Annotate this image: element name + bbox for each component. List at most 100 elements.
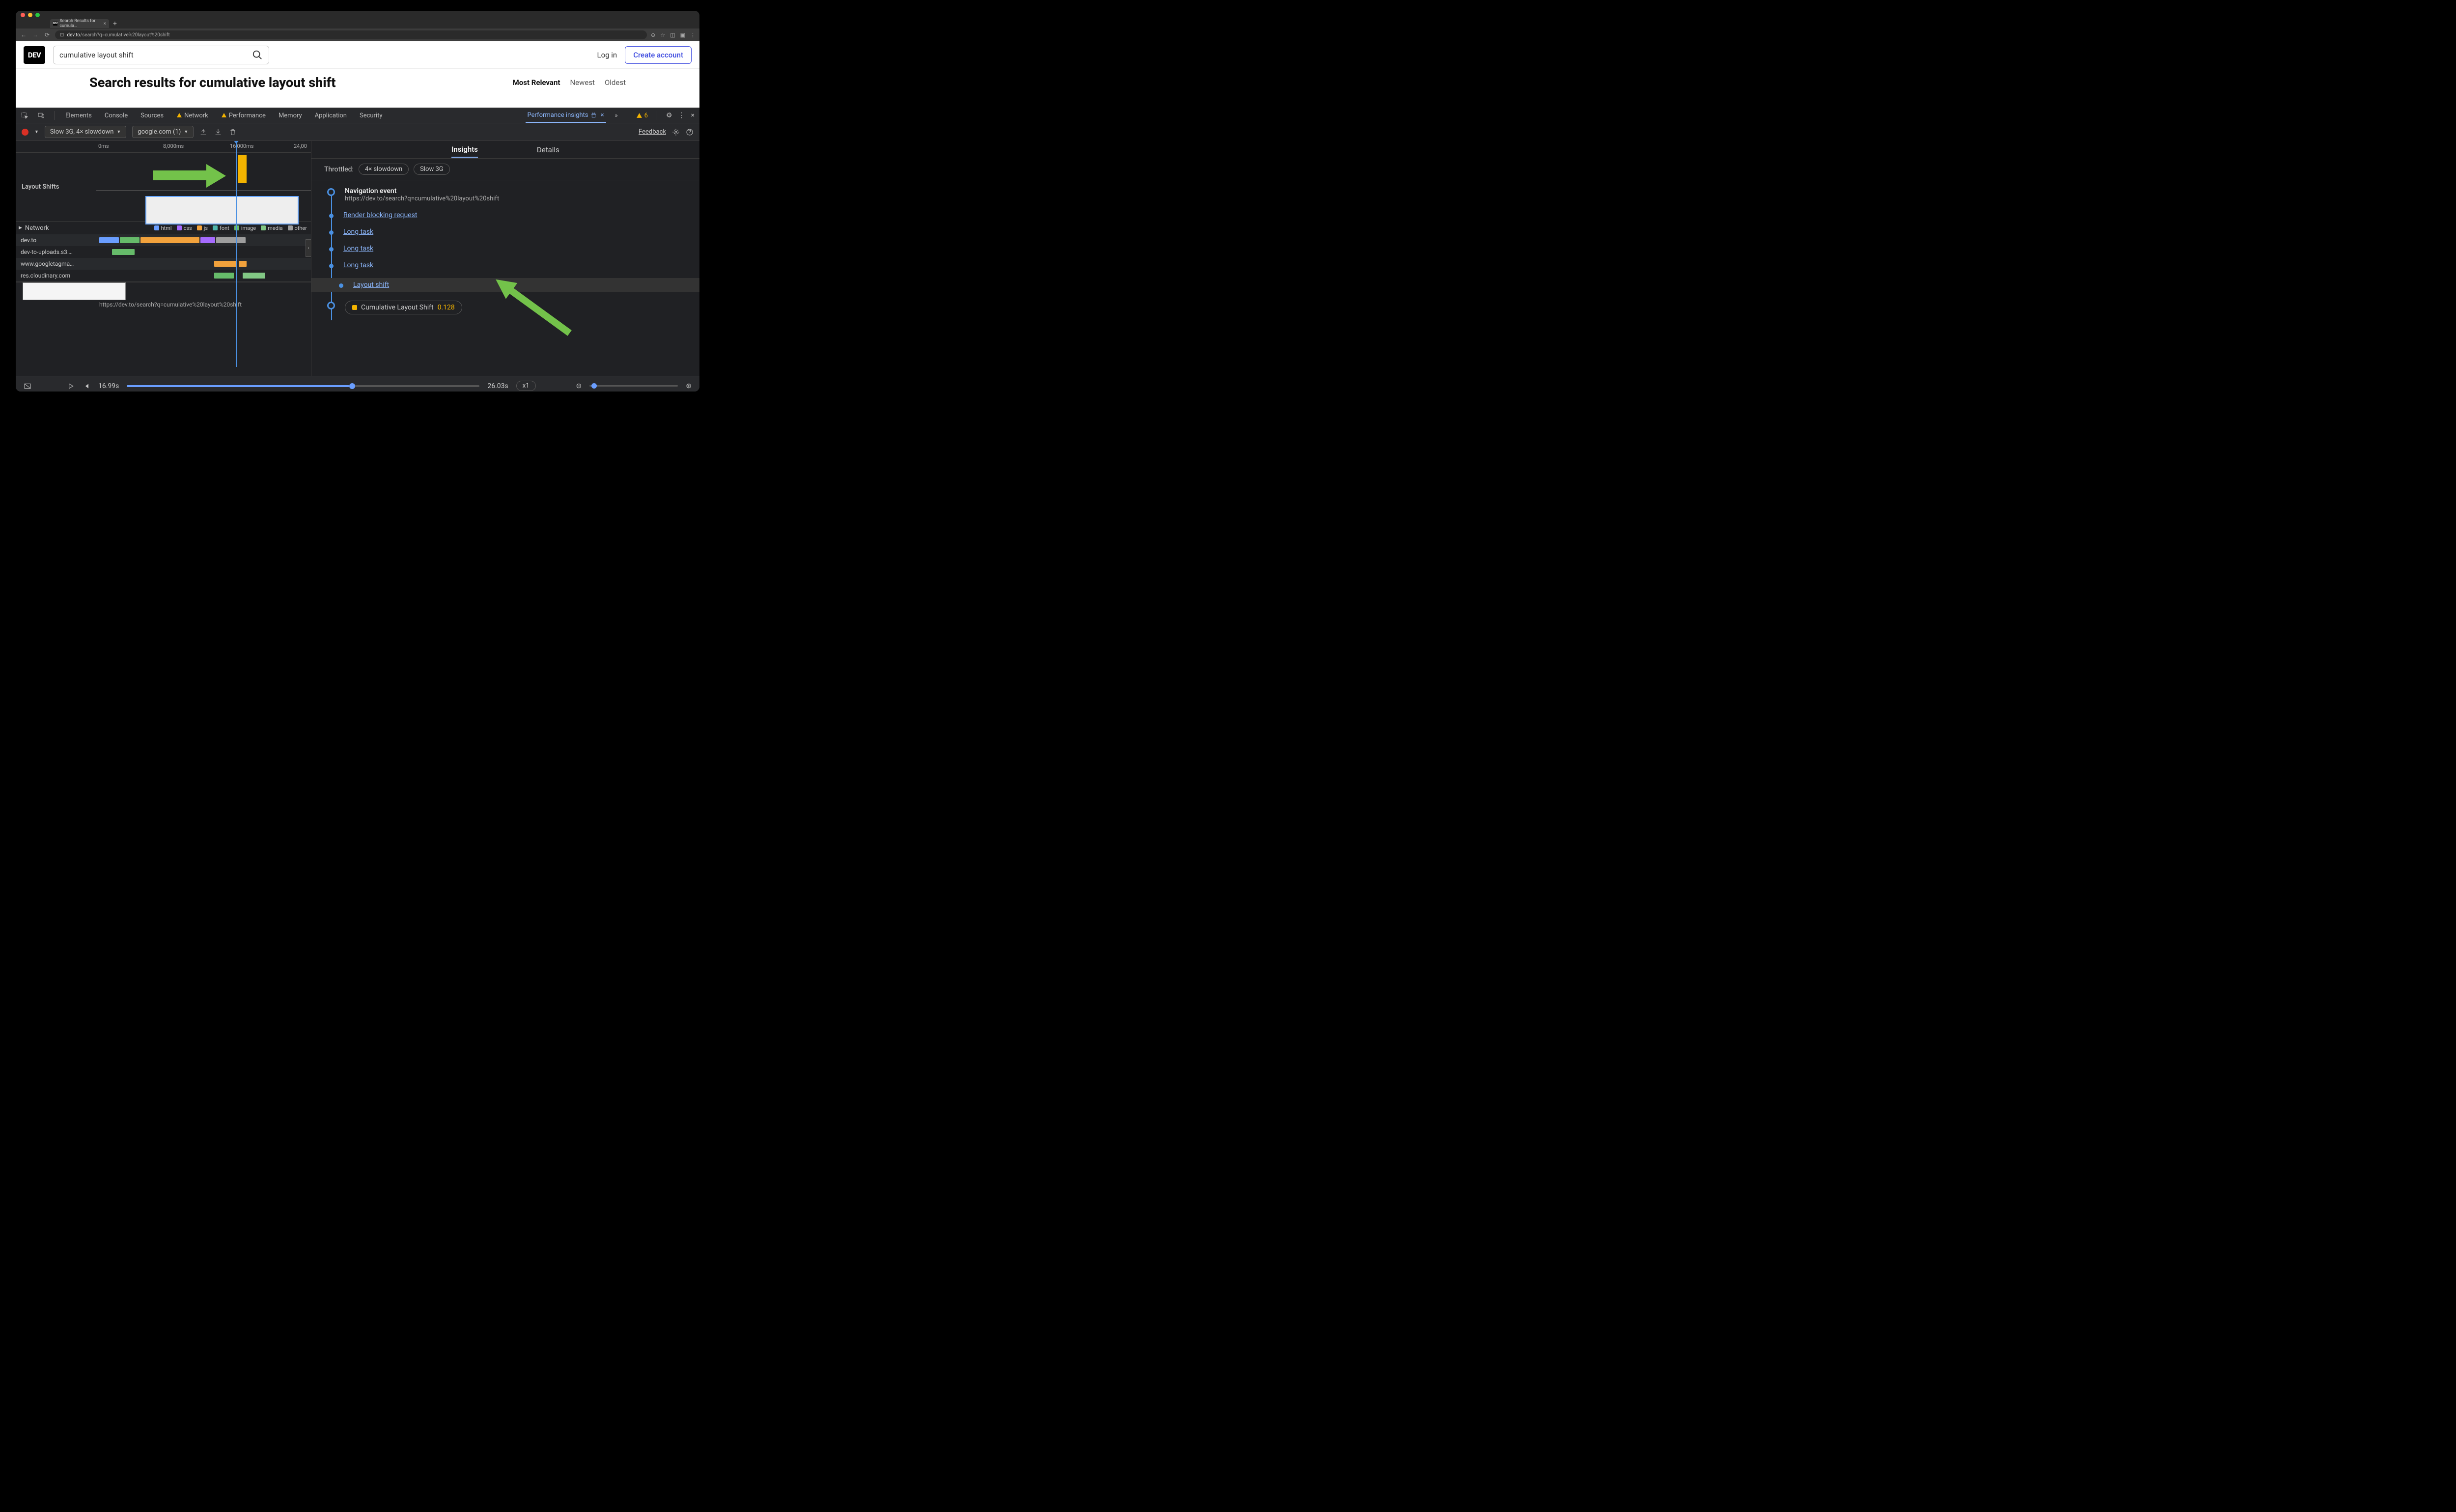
tab-strip: DEV Search Results for cumula… × + <box>16 19 699 28</box>
export-icon[interactable] <box>199 128 207 136</box>
settings-icon[interactable]: ⚙ <box>666 112 672 119</box>
browser-window: DEV Search Results for cumula… × + ← → ⟳… <box>16 11 699 392</box>
site-search-input[interactable]: cumulative layout shift <box>53 46 269 64</box>
search-value: cumulative layout shift <box>59 51 134 59</box>
insight-render-block[interactable]: Render blocking request <box>321 211 690 219</box>
window-maximize-button[interactable] <box>35 13 40 17</box>
zoom-out-icon[interactable]: ⊖ <box>576 382 582 390</box>
tab-details[interactable]: Details <box>537 142 559 157</box>
site-header: DEV cumulative layout shift Log in Creat… <box>16 41 699 69</box>
tab-favicon: DEV <box>53 22 57 26</box>
url-toolbar: ← → ⟳ ⊡ dev.to/search?q=cumulative%20lay… <box>16 28 699 41</box>
time-current: 16.99s <box>98 382 119 390</box>
network-row[interactable]: www.googletagma… <box>16 258 311 270</box>
speed-chip[interactable]: x1 <box>516 381 536 391</box>
network-row[interactable]: res.cloudinary.com <box>16 270 311 281</box>
new-tab-button[interactable]: + <box>113 20 117 28</box>
layout-shifts-track[interactable] <box>96 153 311 221</box>
zoom-icon[interactable]: ⊖ <box>651 32 655 38</box>
sort-oldest[interactable]: Oldest <box>605 78 626 87</box>
profile-icon[interactable]: ▣ <box>680 32 685 38</box>
playback-footer: 16.99s 26.03s x1 ⊖ ⊕ <box>16 376 699 392</box>
tab-insights[interactable]: Insights <box>451 142 478 158</box>
url-domain: dev.to <box>67 32 80 38</box>
window-close-button[interactable] <box>21 13 25 17</box>
forward-button[interactable]: → <box>31 31 39 39</box>
renderer-section: https://dev.to/search?q=cumulative%20lay… <box>16 282 311 311</box>
site-info-icon[interactable]: ⊡ <box>60 32 64 38</box>
tab-network[interactable]: Network <box>174 109 210 122</box>
window-titlebar <box>16 11 699 19</box>
warnings-badge[interactable]: 6 <box>636 112 648 119</box>
insight-cls[interactable]: Cumulative Layout Shift 0.128 <box>321 301 690 314</box>
tab-elements[interactable]: Elements <box>63 109 94 122</box>
tab-title: Search Results for cumula… <box>59 19 101 28</box>
results-title: Search results for cumulative layout shi… <box>89 75 336 90</box>
throttle-dropdown[interactable]: Slow 3G, 4× slowdown▼ <box>45 126 126 138</box>
address-bar[interactable]: ⊡ dev.to/search?q=cumulative%20layout%20… <box>55 30 647 39</box>
screenshot-thumb[interactable] <box>145 196 299 224</box>
zoom-in-icon[interactable]: ⊕ <box>686 382 692 390</box>
record-button[interactable] <box>22 129 28 136</box>
expand-icon[interactable]: ▶ <box>19 225 22 230</box>
login-link[interactable]: Log in <box>597 51 617 59</box>
search-icon[interactable] <box>252 50 263 60</box>
sort-newest[interactable]: Newest <box>570 78 595 87</box>
feedback-link[interactable]: Feedback <box>639 128 666 136</box>
inspect-icon[interactable] <box>21 112 28 119</box>
create-account-button[interactable]: Create account <box>625 46 692 64</box>
window-minimize-button[interactable] <box>28 13 32 17</box>
back-button[interactable]: ← <box>20 31 28 39</box>
renderer-thumb[interactable] <box>23 282 126 300</box>
network-rows: dev.to dev-to-uploads.s3…. <box>16 234 311 281</box>
insight-nav-event[interactable]: Navigation event https://dev.to/search?q… <box>321 187 690 202</box>
dev-logo[interactable]: DEV <box>24 46 45 64</box>
url-path: /search?q=cumulative%20layout%20shift <box>80 32 170 38</box>
tab-security[interactable]: Security <box>358 109 385 122</box>
close-panel-icon[interactable]: × <box>601 112 604 119</box>
layout-shifts-label: Layout Shifts <box>16 153 96 221</box>
no-screenshot-icon[interactable] <box>24 382 31 390</box>
browser-tab[interactable]: DEV Search Results for cumula… × <box>50 19 109 28</box>
timeline-ruler[interactable]: 0ms 8,000ms 16,000ms 24,00 <box>16 141 311 153</box>
import-icon[interactable] <box>214 128 222 136</box>
tab-performance-insights[interactable]: Performance insights × <box>526 109 606 123</box>
panel-settings-icon[interactable] <box>672 128 680 136</box>
network-row[interactable]: dev-to-uploads.s3…. <box>16 246 311 258</box>
devtools-body: 0ms 8,000ms 16,000ms 24,00 Layout Shifts <box>16 141 699 376</box>
zoom-slider[interactable] <box>589 385 678 387</box>
delete-icon[interactable] <box>229 128 237 136</box>
browser-menu-icon[interactable]: ⋮ <box>690 32 696 38</box>
ruler-tick: 0ms <box>98 143 109 149</box>
tab-sources[interactable]: Sources <box>139 109 166 122</box>
devtools-tabs: Elements Console Sources Network Perform… <box>16 108 699 123</box>
insight-long-task[interactable]: Long task <box>321 228 690 236</box>
reload-button[interactable]: ⟳ <box>43 31 51 39</box>
insight-long-task[interactable]: Long task <box>321 261 690 269</box>
expand-panel-icon[interactable]: › <box>306 239 311 257</box>
tab-console[interactable]: Console <box>103 109 130 122</box>
skip-back-icon[interactable] <box>83 382 90 390</box>
insight-long-task[interactable]: Long task <box>321 245 690 252</box>
network-row[interactable]: dev.to <box>16 234 311 246</box>
tab-close-icon[interactable]: × <box>104 21 106 27</box>
sort-relevant[interactable]: Most Relevant <box>513 78 560 87</box>
devtools-close-icon[interactable]: × <box>691 112 695 119</box>
layout-shift-bar[interactable] <box>238 155 247 183</box>
record-caret-icon[interactable]: ▼ <box>34 129 39 135</box>
origin-dropdown[interactable]: google.com (1)▼ <box>132 126 194 138</box>
playhead[interactable] <box>236 141 237 367</box>
scrubber[interactable] <box>127 385 479 387</box>
tab-memory[interactable]: Memory <box>277 109 304 122</box>
ruler-tick: 8,000ms <box>163 143 184 149</box>
time-total: 26.03s <box>487 382 508 390</box>
tab-performance[interactable]: Performance <box>219 109 268 122</box>
more-tabs-icon[interactable]: » <box>615 112 618 119</box>
tab-application[interactable]: Application <box>313 109 349 122</box>
play-icon[interactable] <box>67 382 75 390</box>
devtools-menu-icon[interactable]: ⋮ <box>678 112 685 119</box>
help-icon[interactable] <box>686 128 694 136</box>
bookmark-icon[interactable]: ☆ <box>660 32 665 38</box>
extensions-icon[interactable]: ◫ <box>670 32 675 38</box>
device-mode-icon[interactable] <box>37 112 45 119</box>
